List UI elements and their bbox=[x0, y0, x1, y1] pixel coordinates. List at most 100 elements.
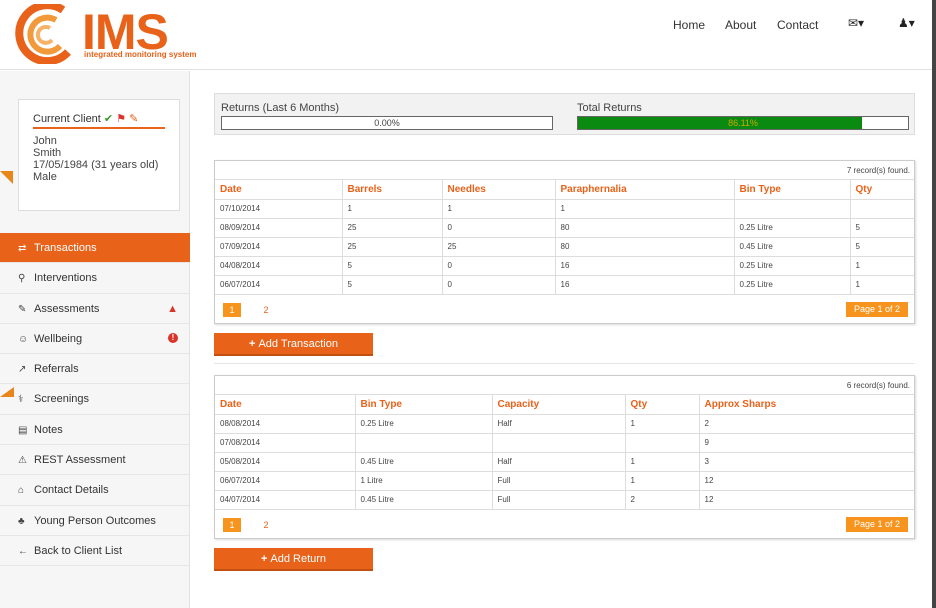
table-row[interactable]: 07/10/2014 1 1 1 bbox=[215, 199, 914, 219]
table-cell: 2 bbox=[699, 414, 914, 434]
sidebar-item-interventions[interactable]: ⚲ Interventions bbox=[0, 263, 190, 294]
flag-icon[interactable]: ⚑ bbox=[116, 113, 126, 125]
table-cell: 80 bbox=[555, 237, 735, 257]
section-divider bbox=[214, 363, 915, 364]
table-cell: 06/07/2014 bbox=[215, 275, 343, 295]
table-row[interactable]: 08/09/2014 25 0 80 0.25 Litre 5 bbox=[215, 218, 914, 238]
table-row[interactable]: 06/07/2014 5 0 16 0.25 Litre 1 bbox=[215, 275, 914, 295]
column-header: Date bbox=[215, 180, 343, 200]
table-cell: 04/07/2014 bbox=[215, 490, 356, 510]
person-icon: ⚠ bbox=[18, 455, 27, 467]
table-cell bbox=[734, 199, 851, 219]
add-transaction-button[interactable]: + Add Transaction bbox=[214, 333, 373, 356]
page-1-button[interactable]: 1 bbox=[223, 302, 241, 317]
pencil-icon[interactable]: ✎ bbox=[129, 113, 138, 125]
table-row[interactable]: 04/07/2014 0.45 Litre Full 2 12 bbox=[215, 490, 914, 510]
plus-icon: + bbox=[260, 553, 268, 565]
transfer-icon: ⇄ bbox=[18, 243, 27, 254]
sidebar-item-back-to-client-list[interactable]: ← Back to Client List bbox=[0, 536, 190, 567]
table-cell: 5 bbox=[342, 256, 443, 276]
envelope-icon[interactable]: ✉▾ bbox=[848, 16, 864, 30]
sidebar-item-referrals[interactable]: ↗ Referrals bbox=[0, 354, 190, 385]
table-cell: 25 bbox=[342, 237, 443, 257]
arrow-left-icon: ← bbox=[18, 545, 28, 557]
table-row[interactable]: 06/07/2014 1 Litre Full 1 12 bbox=[215, 471, 914, 491]
column-header: Capacity bbox=[492, 395, 626, 415]
table-cell bbox=[850, 199, 914, 219]
table-cell: 16 bbox=[555, 256, 735, 276]
sidebar-item-wellbeing[interactable]: ☺ Wellbeing ! bbox=[0, 324, 190, 355]
nav-home-link[interactable]: Home bbox=[673, 18, 705, 32]
table-cell: 0.25 Litre bbox=[734, 218, 851, 238]
page-info: Page 1 of 2 bbox=[845, 516, 908, 532]
sidebar-item-transactions[interactable]: ⇄ Transactions bbox=[0, 233, 190, 264]
client-first-name: John bbox=[33, 135, 57, 147]
table-cell: 2 bbox=[625, 490, 700, 510]
annotation-arrow bbox=[0, 171, 13, 184]
top-navbar: IMS integrated monitoring system Home Ab… bbox=[0, 0, 936, 70]
table-cell: 3 bbox=[699, 452, 914, 472]
table-cell: Full bbox=[492, 471, 626, 491]
nav-contact-link[interactable]: Contact bbox=[777, 18, 818, 32]
current-client-heading: Current Client ✔ ⚑ ✎ bbox=[33, 112, 165, 129]
table-row[interactable]: 07/09/2014 25 25 80 0.45 Litre 5 bbox=[215, 237, 914, 257]
logo-subtitle: integrated monitoring system bbox=[84, 50, 197, 59]
sidebar-item-assessments[interactable]: ✎ Assessments ▲ bbox=[0, 294, 190, 324]
edit-icon: ✎ bbox=[18, 303, 27, 315]
table-cell: 08/08/2014 bbox=[215, 414, 356, 434]
table-cell: 1 bbox=[850, 256, 914, 276]
table-cell: 80 bbox=[555, 218, 735, 238]
returns-last6-label: Returns (Last 6 Months) bbox=[221, 102, 339, 114]
logo-swirl-icon bbox=[15, 1, 71, 66]
sidebar-item-rest-assessment[interactable]: ⚠ REST Assessment bbox=[0, 445, 190, 476]
table-cell: 1 bbox=[850, 275, 914, 295]
table-row[interactable]: 07/08/2014 9 bbox=[215, 433, 914, 453]
table-cell: 1 Litre bbox=[355, 471, 493, 491]
column-header: Bin Type bbox=[355, 395, 493, 415]
column-header: Needles bbox=[442, 180, 556, 200]
table-cell: 12 bbox=[699, 490, 914, 510]
column-header: Paraphernalia bbox=[555, 180, 735, 200]
table-cell: 1 bbox=[625, 471, 700, 491]
table-cell bbox=[355, 433, 493, 453]
transactions-panel: 7 record(s) found. Date Barrels Needles Par… bbox=[214, 160, 915, 324]
table-cell: 05/08/2014 bbox=[215, 452, 356, 472]
sidebar-item-notes[interactable]: ▤ Notes bbox=[0, 415, 190, 446]
user-icon[interactable]: ♟▾ bbox=[898, 16, 915, 30]
add-return-button[interactable]: + Add Return bbox=[214, 548, 373, 571]
table-cell: 9 bbox=[699, 433, 914, 453]
column-header: Approx Sharps bbox=[699, 395, 914, 415]
transactions-table: Date Barrels Needles Paraphernalia Bin Type Q… bbox=[215, 180, 914, 295]
ims-logo[interactable]: IMS integrated monitoring system bbox=[8, 1, 196, 66]
notes-icon: ▤ bbox=[18, 424, 28, 436]
table-cell: 06/07/2014 bbox=[215, 471, 356, 491]
page-2-button[interactable]: 2 bbox=[257, 303, 275, 317]
share-icon: ↗ bbox=[18, 364, 27, 376]
returns-summary: Returns (Last 6 Months) 0.00% Total Retu… bbox=[214, 93, 915, 135]
table-row[interactable]: 04/08/2014 5 0 16 0.25 Litre 1 bbox=[215, 256, 914, 276]
table-cell: 0.45 Litre bbox=[734, 237, 851, 257]
sidebar-item-contact-details[interactable]: ⌂ Contact Details bbox=[0, 475, 190, 506]
plus-icon: + bbox=[249, 338, 256, 350]
table-row[interactable]: 08/08/2014 0.25 Litre Half 1 2 bbox=[215, 414, 914, 434]
table-cell: 0.25 Litre bbox=[734, 275, 851, 295]
sidebar-item-screenings[interactable]: ⚕ Screenings bbox=[0, 384, 190, 415]
column-header: Qty bbox=[625, 395, 700, 415]
page-2-button[interactable]: 2 bbox=[257, 518, 275, 532]
table-cell: 0 bbox=[442, 275, 556, 295]
table-cell bbox=[492, 433, 626, 453]
check-icon[interactable]: ✔ bbox=[104, 113, 113, 125]
warning-icon: ▲ bbox=[167, 302, 178, 315]
table-cell: 25 bbox=[342, 218, 443, 238]
table-cell: 25 bbox=[442, 237, 556, 257]
sidebar-item-young-person-outcomes[interactable]: ♣ Young Person Outcomes bbox=[0, 506, 190, 536]
comment-icon: ⚲ bbox=[18, 273, 26, 285]
table-cell: 0.45 Litre bbox=[355, 452, 493, 472]
nav-about-link[interactable]: About bbox=[725, 18, 756, 32]
table-row[interactable]: 05/08/2014 0.45 Litre Half 1 3 bbox=[215, 452, 914, 472]
sidebar: Current Client ✔ ⚑ ✎ John Smith 17/05/19… bbox=[0, 71, 190, 608]
page-1-button[interactable]: 1 bbox=[223, 517, 241, 532]
total-returns-label: Total Returns bbox=[577, 102, 642, 114]
table-cell: 0 bbox=[442, 256, 556, 276]
table-cell: 07/08/2014 bbox=[215, 433, 356, 453]
